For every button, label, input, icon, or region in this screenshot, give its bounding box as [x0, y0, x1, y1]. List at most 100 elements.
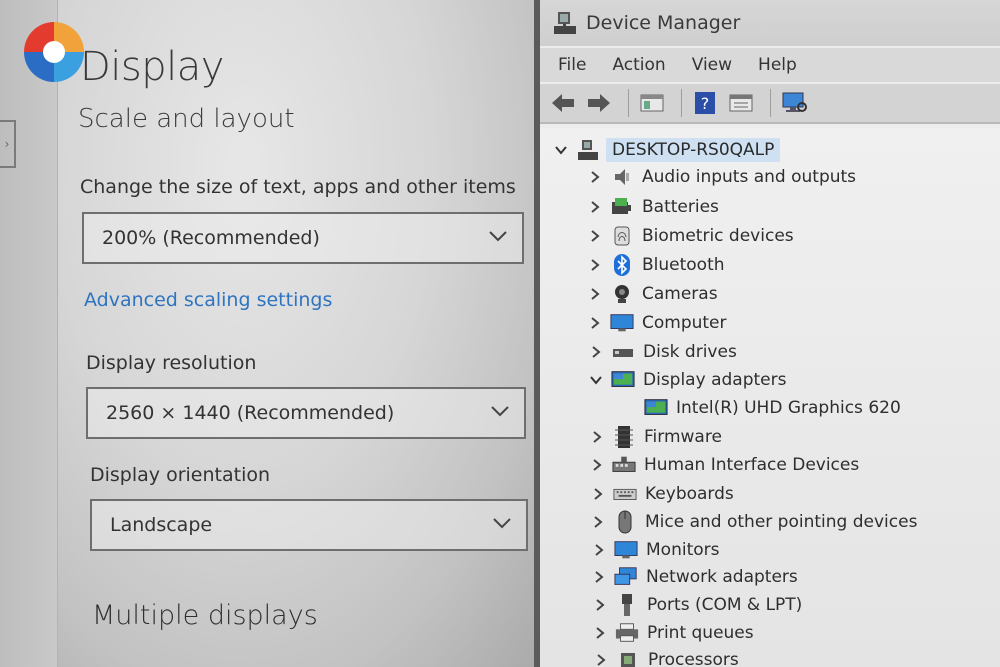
tree-item-bluetooth[interactable]: Bluetooth — [588, 252, 725, 278]
properties-icon — [729, 94, 753, 112]
network-adapter-icon — [614, 566, 638, 588]
tree-item-processors[interactable]: Processors — [594, 647, 739, 667]
chevron-right-icon[interactable] — [588, 287, 602, 301]
device-manager-app-icon — [554, 12, 576, 34]
advanced-scaling-link[interactable]: Advanced scaling settings — [84, 289, 332, 311]
scale-dropdown[interactable]: 200% (Recommended) — [82, 212, 524, 264]
chevron-down-icon — [493, 518, 511, 529]
resolution-label: Display resolution — [86, 352, 257, 374]
chevron-right-icon[interactable] — [594, 653, 608, 667]
tree-item-ports[interactable]: Ports (COM & LPT) — [593, 592, 802, 618]
settings-nav-strip — [0, 0, 58, 667]
monitor-icon — [614, 539, 638, 561]
menu-help[interactable]: Help — [758, 55, 797, 75]
chevron-right-icon[interactable] — [588, 229, 602, 243]
tree-item-hid[interactable]: Human Interface Devices — [590, 452, 859, 478]
mouse-icon — [613, 510, 637, 534]
tree-item-computer[interactable]: Computer — [588, 310, 727, 336]
tree-item-print-queues[interactable]: Print queues — [593, 620, 754, 646]
orientation-label: Display orientation — [90, 464, 271, 486]
tree-item-keyboards[interactable]: Keyboards — [591, 481, 734, 507]
display-adapter-icon — [644, 397, 668, 419]
show-hide-console-tree-button[interactable] — [637, 89, 667, 117]
tree-item-label: Intel(R) UHD Graphics 620 — [676, 398, 901, 418]
printer-icon — [615, 622, 639, 644]
tree-item-label: Biometric devices — [642, 226, 794, 246]
device-manager-titlebar[interactable]: Device Manager — [540, 0, 1000, 46]
tree-item-label: Firmware — [644, 427, 722, 447]
tree-item-monitors[interactable]: Monitors — [592, 537, 719, 563]
processor-icon — [616, 649, 640, 667]
tree-item-label: Processors — [648, 650, 739, 667]
chevron-down-icon — [491, 406, 509, 417]
tree-item-disk-drives[interactable]: Disk drives — [589, 339, 737, 365]
tree-item-label: Bluetooth — [642, 255, 725, 275]
tree-item-network-adapters[interactable]: Network adapters — [592, 564, 798, 590]
tree-root-label: DESKTOP-RS0QALP — [606, 138, 781, 162]
chevron-down-icon[interactable] — [589, 373, 603, 387]
arrow-right-icon — [588, 94, 610, 112]
toolbar-separator — [628, 89, 629, 117]
tree-item-audio[interactable]: Audio inputs and outputs — [588, 164, 856, 190]
chevron-right-icon[interactable] — [591, 487, 605, 501]
chevron-right-icon[interactable] — [592, 570, 606, 584]
device-manager-window: Device Manager File Action View Help ? D… — [534, 0, 1000, 667]
chevron-down-icon[interactable] — [554, 143, 568, 157]
toolbar-separator — [770, 89, 771, 117]
chevron-right-icon[interactable] — [590, 458, 604, 472]
tree-item-label: Print queues — [647, 623, 754, 643]
tree-item-display-adapters[interactable]: Display adapters — [589, 367, 786, 393]
orientation-dropdown-value: Landscape — [110, 514, 213, 536]
help-button[interactable]: ? — [690, 89, 720, 117]
tree-item-biometric[interactable]: Biometric devices — [588, 223, 794, 249]
chevron-right-icon[interactable] — [589, 345, 603, 359]
computer-icon — [610, 312, 634, 334]
disk-drive-icon — [611, 341, 635, 363]
scale-label: Change the size of text, apps and other … — [80, 176, 516, 198]
tree-root[interactable]: DESKTOP-RS0QALP — [554, 136, 781, 164]
chevron-right-icon[interactable] — [588, 258, 602, 272]
chevron-right-icon[interactable] — [590, 430, 604, 444]
tree-item-cameras[interactable]: Cameras — [588, 281, 718, 307]
tree-item-firmware[interactable]: Firmware — [590, 424, 722, 450]
svg-text:?: ? — [701, 94, 710, 113]
tree-item-label: Audio inputs and outputs — [642, 167, 857, 187]
multiple-displays-heading: Multiple displays — [92, 600, 318, 631]
menu-bar: File Action View Help — [540, 48, 1000, 82]
scan-hardware-button[interactable] — [779, 89, 809, 117]
properties-button[interactable] — [726, 89, 756, 117]
tree-item-intel-uhd-620[interactable]: Intel(R) UHD Graphics 620 — [644, 395, 901, 421]
arrow-left-icon — [552, 94, 574, 112]
resolution-dropdown[interactable]: 2560 × 1440 (Recommended) — [86, 387, 526, 439]
console-tree-icon — [640, 94, 664, 112]
orientation-dropdown[interactable]: Landscape — [90, 499, 528, 551]
tree-item-label: Disk drives — [643, 342, 737, 362]
section-title-scale-layout: Scale and layout — [78, 104, 295, 134]
chevron-down-icon — [489, 231, 507, 242]
menu-view[interactable]: View — [692, 55, 732, 75]
tree-item-label: Computer — [642, 313, 727, 333]
menu-action[interactable]: Action — [612, 55, 665, 75]
chevron-right-icon[interactable] — [588, 170, 602, 184]
forward-button[interactable] — [584, 89, 614, 117]
chevron-right-icon[interactable] — [592, 543, 606, 557]
back-button[interactable] — [548, 89, 578, 117]
tree-item-batteries[interactable]: Batteries — [588, 194, 719, 220]
chevron-right-icon[interactable] — [593, 598, 607, 612]
tree-item-label: Batteries — [642, 197, 719, 217]
tree-item-label: Human Interface Devices — [644, 455, 860, 475]
chevron-right-icon[interactable] — [588, 200, 602, 214]
chevron-right-icon[interactable] — [588, 316, 602, 330]
nav-expand-icon[interactable]: › — [0, 120, 16, 168]
chevron-right-icon[interactable] — [593, 626, 607, 640]
resolution-dropdown-value: 2560 × 1440 (Recommended) — [106, 402, 395, 424]
device-manager-title: Device Manager — [586, 12, 741, 34]
scale-dropdown-value: 200% (Recommended) — [102, 227, 320, 249]
tree-item-label: Network adapters — [646, 567, 798, 587]
firmware-icon — [612, 426, 636, 448]
chevron-right-icon[interactable] — [591, 515, 605, 529]
toolbar-separator — [681, 89, 682, 117]
tree-item-mice[interactable]: Mice and other pointing devices — [591, 509, 917, 535]
menu-file[interactable]: File — [558, 55, 586, 75]
display-adapter-icon — [611, 369, 635, 391]
